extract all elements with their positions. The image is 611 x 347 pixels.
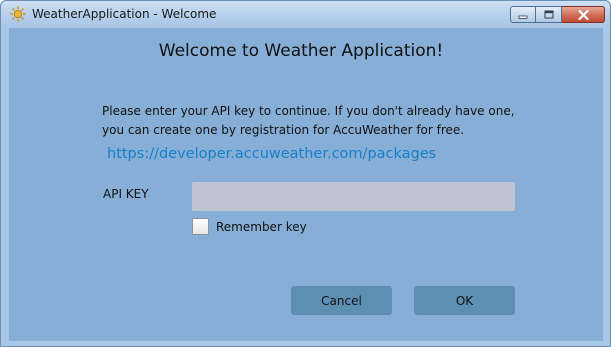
close-button[interactable] xyxy=(562,6,605,23)
api-key-label: API KEY xyxy=(103,187,149,201)
cancel-button[interactable]: Cancel xyxy=(291,286,392,315)
remember-key-checkbox[interactable]: Remember key xyxy=(192,218,307,235)
ok-button[interactable]: OK xyxy=(414,286,515,315)
minimize-button[interactable] xyxy=(510,6,536,23)
welcome-heading: Welcome to Weather Application! xyxy=(158,41,444,61)
intro-text: Please enter your API key to continue. I… xyxy=(102,104,515,137)
close-icon xyxy=(577,9,589,20)
remember-key-label: Remember key xyxy=(216,219,307,234)
minimize-icon xyxy=(518,15,528,19)
window-title: WeatherApplication - Welcome xyxy=(32,7,217,21)
title-bar[interactable]: WeatherApplication - Welcome xyxy=(1,1,610,28)
checkbox-box[interactable] xyxy=(192,218,209,235)
window-controls xyxy=(510,6,605,23)
dialog-window: WeatherApplication - Welcome Welcome to xyxy=(0,0,611,347)
sun-icon xyxy=(10,6,26,22)
maximize-button[interactable] xyxy=(536,6,562,23)
maximize-icon xyxy=(544,10,553,19)
accuweather-link[interactable]: https://developer.accuweather.com/packag… xyxy=(107,146,436,162)
api-key-input[interactable] xyxy=(192,182,515,211)
